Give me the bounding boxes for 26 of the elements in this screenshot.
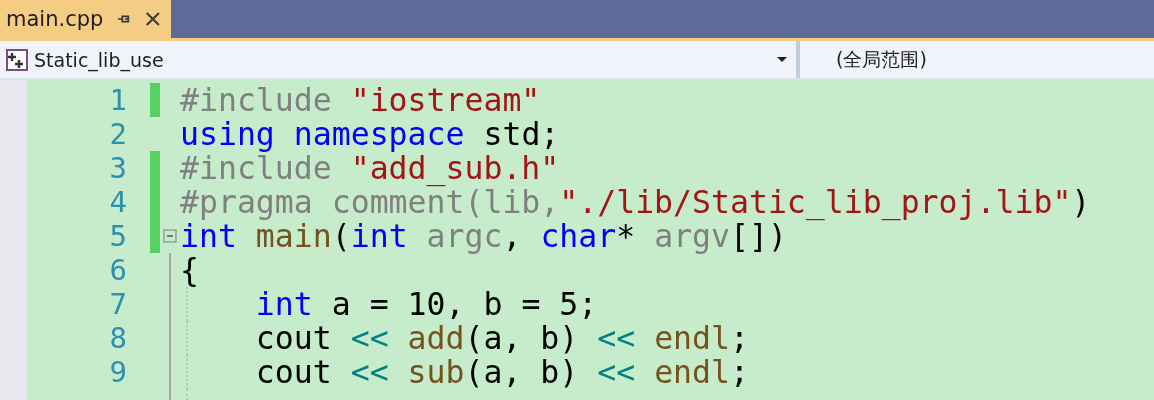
line-number: 8 xyxy=(108,321,127,355)
code-line: cout << add(a, b) << endl; xyxy=(180,321,749,355)
code-line: cout << sub(a, b) << endl; xyxy=(180,355,749,389)
line-number: 5 xyxy=(108,219,127,253)
code-line: #include "iostream" xyxy=(180,83,541,117)
close-icon[interactable] xyxy=(145,10,161,28)
code-line: using namespace std; xyxy=(180,117,560,151)
project-dropdown[interactable]: Static_lib_use xyxy=(0,41,800,78)
line-number: 4 xyxy=(108,185,127,219)
line-number: 3 xyxy=(108,151,127,185)
scope-dropdown[interactable]: (全局范围) xyxy=(800,41,1154,78)
caret-icon xyxy=(776,56,788,63)
line-number: 1 xyxy=(108,83,127,117)
collapse-icon[interactable] xyxy=(163,229,177,243)
code-line: int a = 10, b = 5; xyxy=(180,287,598,321)
project-icon xyxy=(6,48,28,71)
code-line: #pragma comment(lib,"./lib/Static_lib_proj.lib") xyxy=(180,185,1091,219)
line-number: 7 xyxy=(108,287,127,321)
code-line: { xyxy=(180,253,199,287)
code-line: #include "add_sub.h" xyxy=(180,151,560,185)
code-line: int main(int argc, char* argv[]) xyxy=(180,219,787,253)
file-tab[interactable]: main.cpp xyxy=(0,0,171,38)
indent-guide xyxy=(186,389,188,400)
line-number: 2 xyxy=(108,117,127,151)
line-number: 9 xyxy=(108,355,127,389)
line-number: 6 xyxy=(108,253,127,287)
